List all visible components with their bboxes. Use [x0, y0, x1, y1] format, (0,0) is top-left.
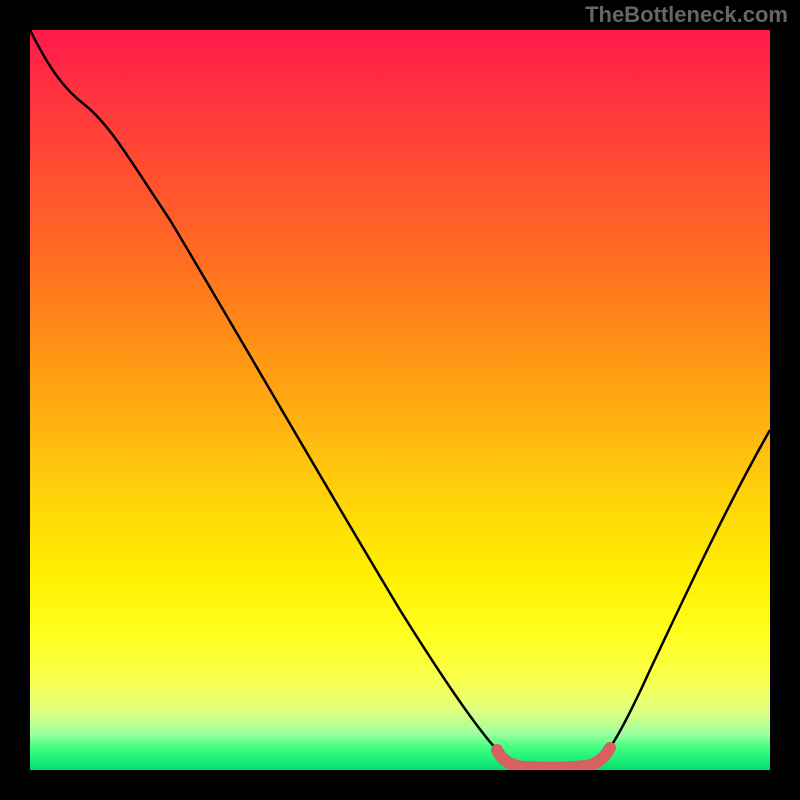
chart-plot-area — [30, 30, 770, 770]
optimal-range-marker — [497, 748, 610, 768]
watermark-text: TheBottleneck.com — [585, 2, 788, 28]
chart-svg — [30, 30, 770, 770]
bottleneck-curve-path — [30, 30, 770, 768]
